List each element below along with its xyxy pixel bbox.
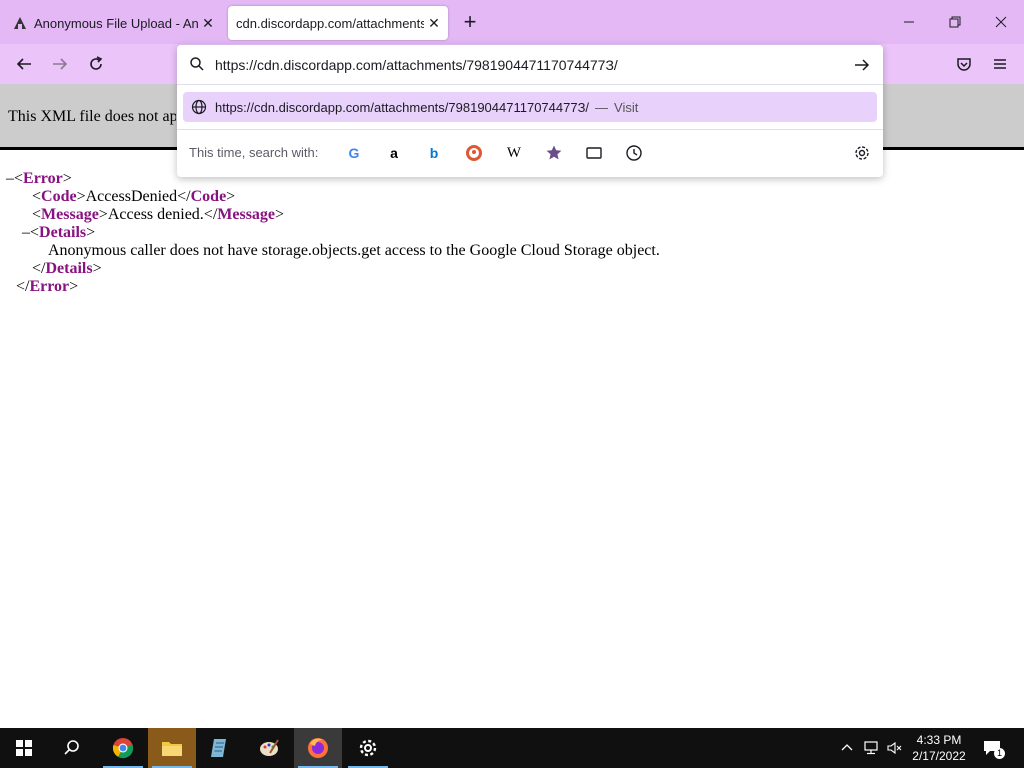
xml-details-close: </Details> (32, 260, 102, 277)
pocket-icon[interactable] (952, 52, 976, 76)
taskbar: 4:33 PM 2/17/2022 1 (0, 728, 1024, 768)
notepad-icon[interactable] (196, 728, 244, 768)
duckduckgo-icon[interactable] (463, 142, 485, 164)
xml-error-open: –<Error> (6, 170, 72, 187)
xml-details-open: –<Details> (22, 224, 96, 241)
xml-error-close: </Error> (16, 278, 79, 295)
close-tab-icon[interactable]: ✕ (424, 13, 444, 33)
wikipedia-icon[interactable]: W (503, 142, 525, 164)
forward-button[interactable] (48, 52, 72, 76)
new-tab-button[interactable]: + (458, 10, 482, 34)
tabs-icon[interactable] (583, 142, 605, 164)
tab-anonymous-file-upload[interactable]: Anonymous File Upload - Anon ✕ (6, 6, 222, 40)
search-icon (189, 56, 205, 77)
close-window-button[interactable] (978, 0, 1024, 44)
amazon-icon[interactable]: a (383, 142, 405, 164)
start-button[interactable] (0, 728, 48, 768)
suggestion-separator: — (595, 99, 609, 115)
chrome-icon[interactable] (99, 728, 147, 768)
message-value: Access denied. (107, 206, 204, 223)
url-input[interactable] (215, 55, 835, 75)
firefox-icon[interactable] (294, 728, 342, 768)
tab-strip: Anonymous File Upload - Anon ✕ cdn.disco… (0, 0, 1024, 44)
clock-date: 2/17/2022 (912, 749, 966, 763)
suggestion-action: Visit (614, 99, 639, 115)
search-with-label: This time, search with: (189, 145, 319, 160)
bookmarks-icon[interactable] (543, 142, 565, 164)
suggestion-url: https://cdn.discordapp.com/attachments/7… (215, 99, 590, 115)
back-button[interactable] (12, 52, 36, 76)
tab-discord-cdn[interactable]: cdn.discordapp.com/attachments/ ✕ (228, 6, 448, 40)
collapse-toggle[interactable]: – (22, 224, 30, 241)
xml-notice-text: This XML file does not ap (8, 108, 176, 125)
xml-code-line: <Code>AccessDenied</Code> (32, 188, 236, 205)
speaker-muted-icon[interactable] (884, 728, 906, 768)
reload-button[interactable] (84, 52, 108, 76)
search-engine-row: This time, search with: G a b W (177, 129, 883, 175)
upload-site-icon (12, 15, 28, 31)
notification-count: 1 (994, 748, 1005, 759)
tab-title: Anonymous File Upload - Anon (34, 15, 198, 31)
urlbar-panel: https://cdn.discordapp.com/attachments/7… (177, 45, 883, 177)
chevron-up-icon[interactable] (838, 728, 856, 768)
google-icon[interactable]: G (343, 142, 365, 164)
globe-icon (191, 99, 207, 118)
urlbar (177, 45, 883, 85)
clock-time: 4:33 PM (916, 733, 962, 747)
collapse-toggle[interactable]: – (6, 170, 14, 187)
minimize-button[interactable] (886, 0, 932, 44)
paint-icon[interactable] (245, 728, 293, 768)
close-tab-icon[interactable]: ✕ (198, 13, 218, 33)
url-suggestion[interactable]: https://cdn.discordapp.com/attachments/7… (183, 92, 877, 122)
network-icon[interactable] (860, 728, 882, 768)
settings-gear-icon[interactable] (851, 142, 873, 164)
menu-icon[interactable] (988, 52, 1012, 76)
notifications-icon[interactable]: 1 (980, 728, 1005, 768)
xml-message-line: <Message>Access denied.</Message> (32, 206, 285, 223)
search-icon[interactable] (48, 728, 96, 768)
details-value: Anonymous caller does not have storage.o… (48, 242, 660, 259)
go-arrow-icon[interactable] (853, 56, 871, 79)
settings-gear-icon[interactable] (344, 728, 392, 768)
file-explorer-icon[interactable] (148, 728, 196, 768)
restore-button[interactable] (932, 0, 978, 44)
bing-icon[interactable]: b (423, 142, 445, 164)
code-value: AccessDenied (85, 188, 178, 205)
tab-title: cdn.discordapp.com/attachments/ (236, 15, 424, 31)
system-clock[interactable]: 4:33 PM 2/17/2022 (906, 732, 972, 764)
history-icon[interactable] (623, 142, 645, 164)
